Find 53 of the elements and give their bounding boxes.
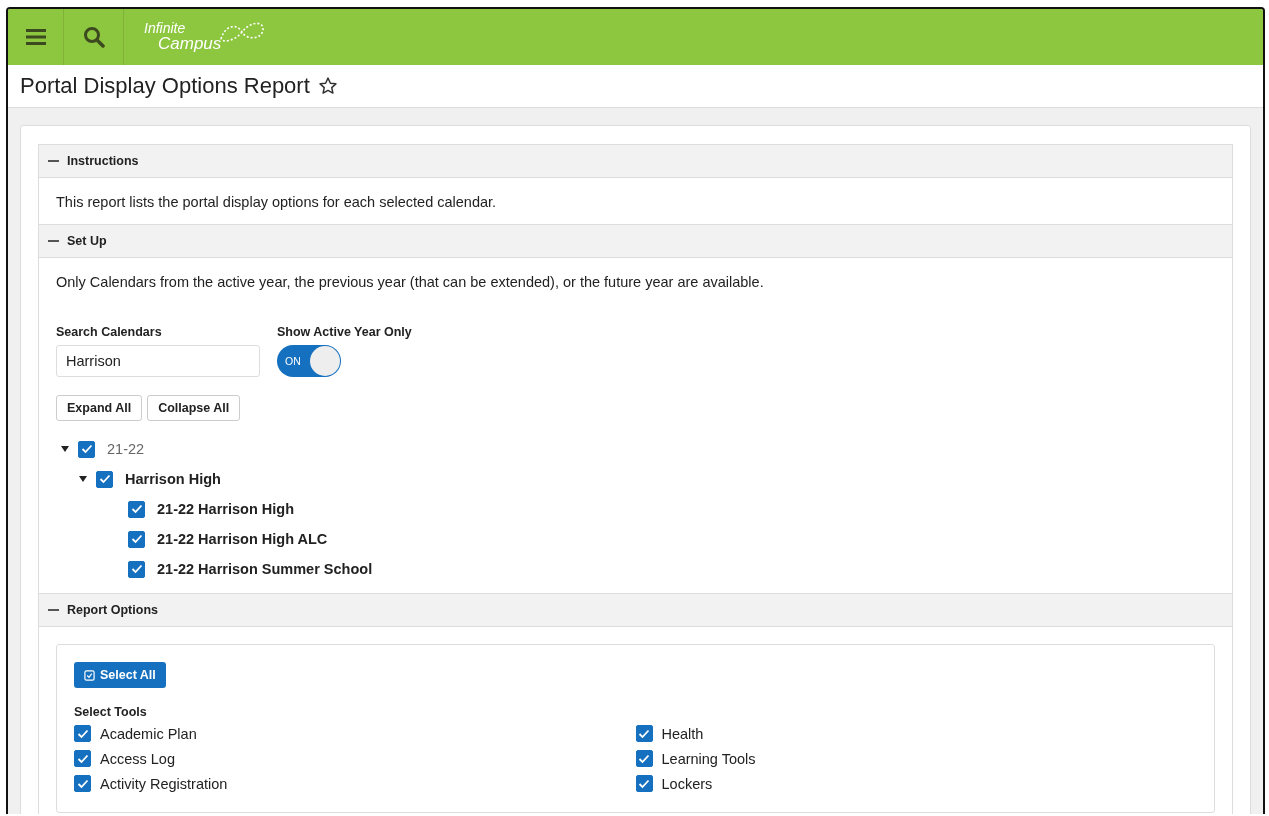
checkmark-icon bbox=[638, 753, 650, 764]
checkbox[interactable] bbox=[96, 470, 113, 488]
checkbox[interactable] bbox=[635, 725, 653, 742]
select-all-button[interactable]: Select All bbox=[74, 662, 166, 688]
checkmark-icon bbox=[130, 534, 143, 544]
calendar-label: 21-22 Harrison High bbox=[157, 501, 294, 517]
calendar-label: 21-22 Harrison High ALC bbox=[157, 531, 328, 547]
checkmark-icon bbox=[76, 778, 89, 789]
checkbox[interactable] bbox=[74, 725, 91, 742]
tool-label: Access Log bbox=[100, 750, 175, 767]
checkmark-icon bbox=[638, 778, 650, 789]
star-icon[interactable] bbox=[317, 76, 338, 96]
checkmark-icon bbox=[130, 564, 143, 574]
checkmark-icon bbox=[98, 474, 111, 484]
tree-button[interactable]: Expand All bbox=[56, 395, 143, 421]
section-header[interactable]: Instructions bbox=[39, 144, 1232, 178]
tool-label: Academic Plan bbox=[100, 725, 197, 742]
checkmark-icon bbox=[638, 728, 650, 739]
logo-text: Campus bbox=[158, 35, 222, 52]
tool-label: Lockers bbox=[661, 775, 713, 792]
checkmark-icon bbox=[76, 753, 89, 764]
caret-icon[interactable] bbox=[60, 444, 70, 454]
tool-label: Health bbox=[661, 725, 704, 742]
page-title: Portal Display Options Report bbox=[20, 73, 310, 99]
checkbox[interactable] bbox=[635, 775, 653, 792]
checkmark-icon bbox=[76, 728, 89, 739]
section-header[interactable]: Set Up bbox=[39, 224, 1232, 258]
calendar-label: 21-22 bbox=[107, 441, 145, 457]
checkbox[interactable] bbox=[74, 775, 91, 792]
checkbox[interactable] bbox=[635, 750, 653, 767]
search-field[interactable]: Harrison bbox=[56, 345, 260, 377]
caret-icon[interactable] bbox=[78, 474, 88, 484]
checkbox[interactable] bbox=[128, 530, 145, 548]
tool-label: Activity Registration bbox=[100, 775, 228, 792]
checkbox[interactable] bbox=[128, 560, 145, 578]
checkbox-icon bbox=[84, 669, 95, 681]
toggle-switch[interactable]: ON bbox=[277, 345, 341, 377]
setup-text: Only Calendars from the active year, the previous year (that can be extended), or the future year are available. bbox=[56, 274, 765, 290]
field-label: Show Active Year Only bbox=[277, 325, 412, 339]
instructions-text: This report lists the portal display options for each selected calendar. bbox=[56, 194, 498, 210]
calendar-label: Harrison High bbox=[125, 471, 221, 487]
logo-text: Infinite bbox=[144, 21, 187, 35]
section-header[interactable]: Report Options bbox=[39, 593, 1232, 627]
tools-label: Select Tools bbox=[74, 705, 148, 719]
checkbox[interactable] bbox=[128, 500, 145, 518]
checkbox[interactable] bbox=[78, 440, 95, 458]
checkbox[interactable] bbox=[74, 750, 91, 767]
tree-button[interactable]: Collapse All bbox=[147, 395, 241, 421]
tool-label: Learning Tools bbox=[661, 750, 756, 767]
checkmark-icon bbox=[130, 504, 143, 514]
field-label: Search Calendars bbox=[56, 325, 163, 339]
calendar-label: 21-22 Harrison Summer School bbox=[157, 561, 373, 577]
checkmark-icon bbox=[80, 444, 93, 454]
